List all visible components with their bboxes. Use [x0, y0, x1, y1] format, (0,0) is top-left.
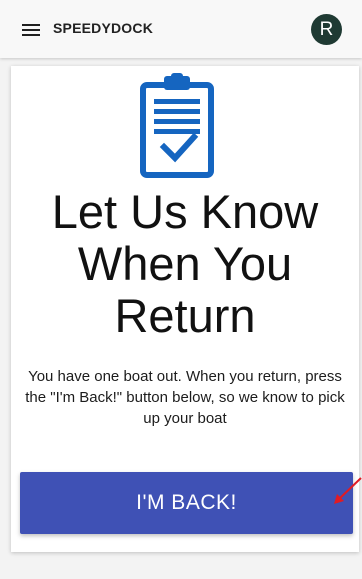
hamburger-menu-icon[interactable]: [22, 22, 42, 38]
app-bar: SPEEDYDOCK R: [0, 0, 362, 58]
clipboard-check-icon: [140, 73, 214, 178]
avatar[interactable]: R: [311, 14, 342, 45]
im-back-button[interactable]: I'M BACK!: [20, 472, 353, 534]
page-title: Let Us Know When You Return: [51, 185, 319, 342]
instructions-text: You have one boat out. When you return, …: [25, 368, 345, 427]
app-title: SPEEDYDOCK: [53, 20, 154, 36]
